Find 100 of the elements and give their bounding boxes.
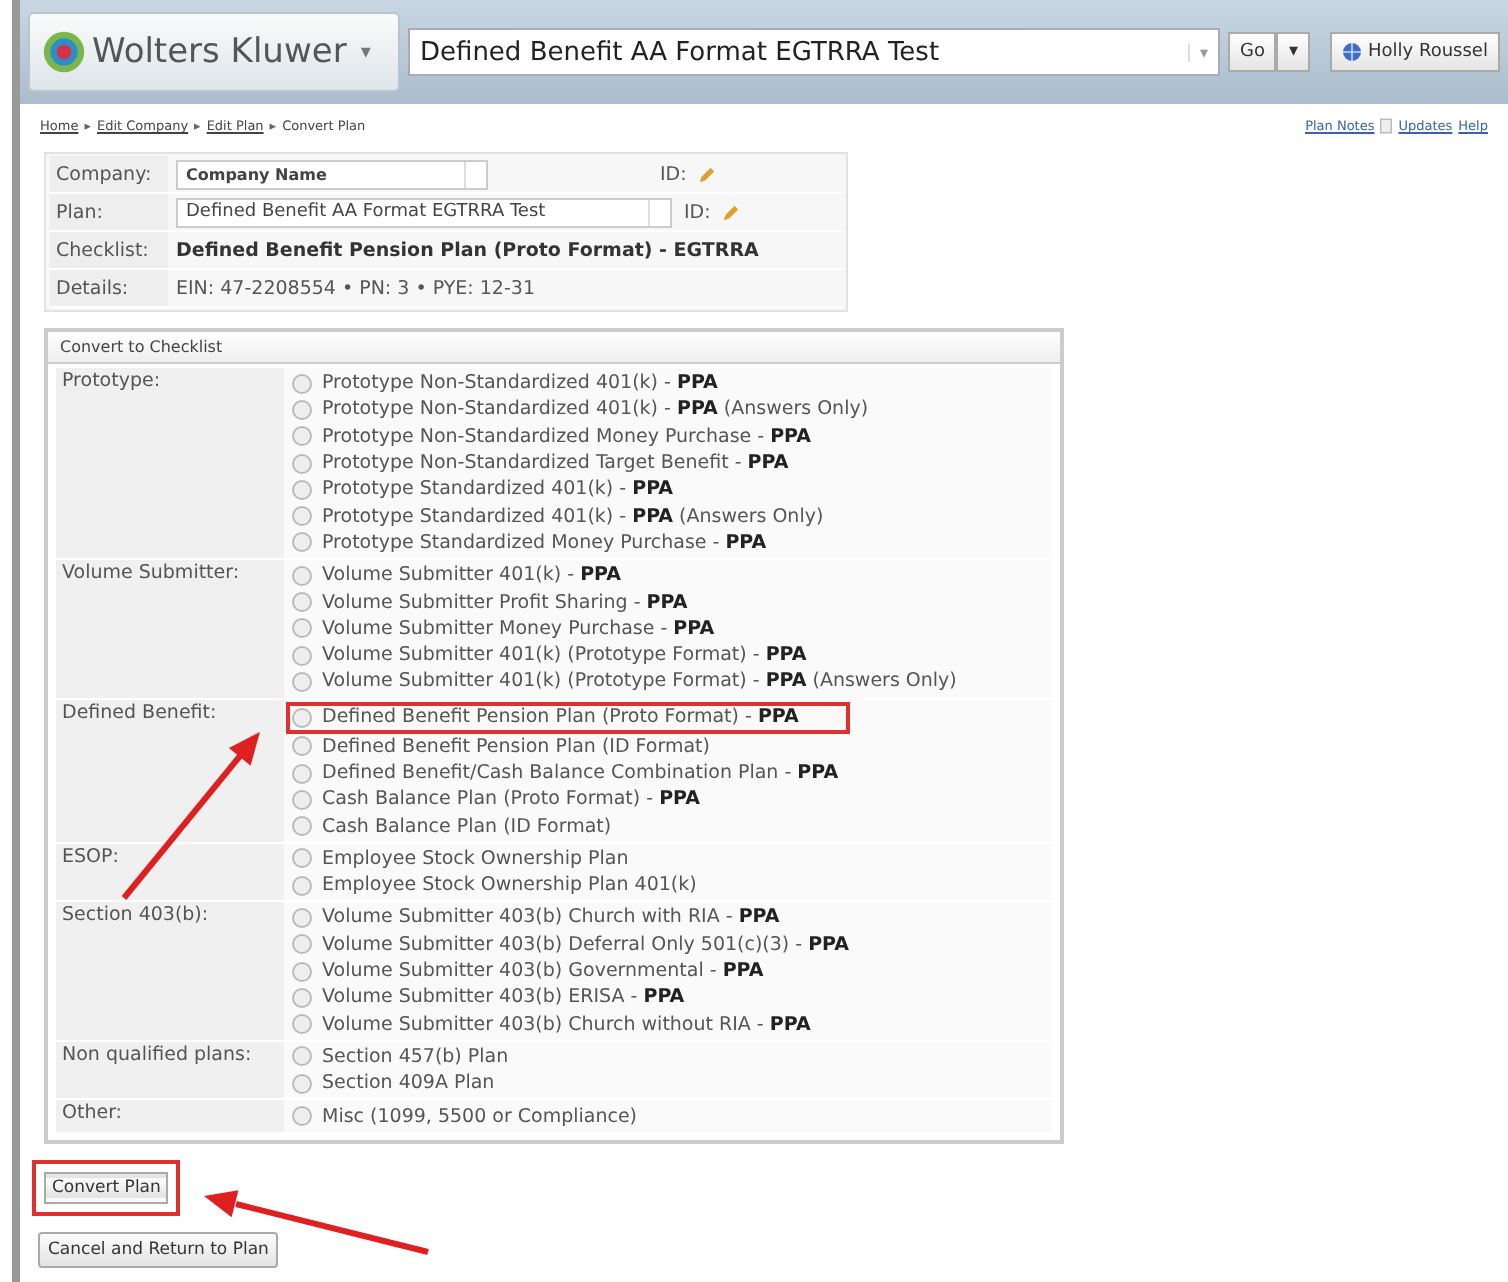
radio-button[interactable]: [292, 1073, 312, 1094]
option-label: Section 409A Plan: [322, 1072, 495, 1095]
option-label: Cash Balance Plan (Proto Format) - PPA: [322, 788, 700, 811]
radio-option[interactable]: Prototype Standardized Money Purchase - PPA: [292, 529, 775, 557]
checklist-name: Defined Benefit Pension Plan (Proto Format) - EGTRRA: [176, 239, 759, 261]
radio-button[interactable]: [292, 426, 312, 447]
radio-button[interactable]: [292, 373, 312, 394]
action-button[interactable]: Cancel and Return to Plan: [38, 1231, 279, 1268]
radio-option[interactable]: Prototype Non-Standardized Target Benefit - PPA: [292, 449, 797, 477]
option-label: Volume Submitter 401(k) - PPA: [322, 564, 621, 587]
radio-option[interactable]: Section 457(b) Plan: [292, 1043, 517, 1071]
go-button[interactable]: Go: [1228, 32, 1277, 72]
radio-option[interactable]: Prototype Non-Standardized 401(k) - PPA: [292, 370, 726, 397]
field-label: Checklist:: [50, 232, 168, 268]
option-label: Defined Benefit Pension Plan (ID Format): [322, 735, 710, 758]
option-label: Section 457(b) Plan: [322, 1045, 509, 1068]
field-label: Plan:: [50, 194, 168, 230]
pencil-icon[interactable]: [698, 165, 717, 183]
option-label: Volume Submitter 401(k) (Prototype Format) - PPA: [322, 644, 807, 667]
radio-option[interactable]: Volume Submitter Money Purchase - PPA: [292, 615, 723, 642]
option-label: Volume Submitter Money Purchase - PPA: [322, 617, 715, 640]
radio-button[interactable]: [292, 618, 312, 639]
option-label: Defined Benefit/Cash Balance Combination Plan - PPA: [322, 762, 839, 784]
radio-option[interactable]: Section 409A Plan: [292, 1070, 503, 1097]
radio-button[interactable]: [292, 789, 312, 810]
radio-option[interactable]: Prototype Standardized 401(k) - PPA (Answers Only): [292, 502, 832, 530]
radio-option[interactable]: Prototype Standardized 401(k) - PPA: [292, 476, 682, 503]
globe-logo-icon: [42, 30, 86, 74]
radio-option[interactable]: Volume Submitter 401(k) (Prototype Format) - PPA (Answers Only): [292, 668, 965, 696]
brand-menu-button[interactable]: Wolters Kluwer ▾: [28, 12, 400, 92]
plan-details: EIN: 47-2208554 • PN: 3 • PYE: 12-31: [176, 277, 535, 299]
radio-option[interactable]: Volume Submitter 401(k) (Prototype Format) - PPA: [292, 641, 815, 669]
radio-button[interactable]: [292, 736, 312, 757]
radio-button[interactable]: [292, 565, 312, 586]
radio-option[interactable]: Volume Submitter 403(b) Church with RIA - PPA: [292, 904, 788, 932]
radio-option[interactable]: Volume Submitter 403(b) Governmental - PPA: [292, 957, 772, 985]
action-button[interactable]: Convert Plan: [32, 1159, 181, 1216]
option-label: Misc (1099, 5500 or Compliance): [322, 1105, 638, 1128]
radio-button[interactable]: [292, 671, 312, 692]
group-label: Defined Benefit:: [56, 699, 284, 842]
radio-option[interactable]: Volume Submitter 403(b) ERISA - PPA: [292, 984, 693, 1012]
radio-button[interactable]: [292, 987, 312, 1008]
radio-option[interactable]: Volume Submitter Profit Sharing - PPA: [292, 588, 696, 616]
highlighted-option[interactable]: Defined Benefit Pension Plan (Proto Format) - PPA: [286, 701, 851, 734]
option-label: Defined Benefit Pension Plan (Proto Format) - PPA: [322, 706, 799, 729]
option-label: Volume Submitter 403(b) ERISA - PPA: [322, 986, 685, 1009]
radio-button[interactable]: [292, 907, 312, 928]
option-label: Employee Stock Ownership Plan 401(k): [322, 874, 697, 897]
radio-button[interactable]: [292, 707, 312, 728]
option-label: Prototype Standardized 401(k) - PPA (Answers Only): [322, 505, 824, 528]
option-label: Employee Stock Ownership Plan: [322, 847, 629, 870]
radio-option[interactable]: Employee Stock Ownership Plan: [292, 845, 637, 873]
option-label: Volume Submitter Profit Sharing - PPA: [322, 591, 688, 614]
radio-button[interactable]: [292, 506, 312, 527]
radio-button[interactable]: [292, 1014, 312, 1035]
radio-button[interactable]: [292, 1046, 312, 1067]
radio-button[interactable]: [292, 399, 312, 420]
option-label: Volume Submitter 403(b) Church with RIA - PPA: [322, 906, 780, 929]
group-label: Prototype:: [56, 368, 284, 559]
radio-option[interactable]: Cash Balance Plan (ID Format): [292, 812, 620, 840]
radio-option[interactable]: Prototype Non-Standardized 401(k) - PPA (Answers Only): [292, 396, 877, 424]
radio-button[interactable]: [292, 479, 312, 500]
field-label: Details:: [50, 270, 168, 306]
option-label: Prototype Non-Standardized 401(k) - PPA: [322, 372, 718, 395]
option-label: Prototype Non-Standardized 401(k) - PPA (Answers Only): [322, 398, 869, 421]
radio-option[interactable]: Cash Balance Plan (Proto Format) - PPA: [292, 786, 708, 813]
radio-button[interactable]: [292, 532, 312, 553]
radio-option[interactable]: Prototype Non-Standardized Money Purchase - PPA: [292, 423, 819, 450]
radio-option[interactable]: Defined Benefit/Cash Balance Combination Plan - PPA: [292, 759, 847, 787]
radio-option[interactable]: Defined Benefit Pension Plan (ID Format): [292, 733, 718, 760]
id-label: ID:: [660, 163, 687, 185]
option-label: Prototype Standardized 401(k) - PPA: [322, 478, 674, 501]
radio-button[interactable]: [292, 961, 312, 982]
dropdown-button[interactable]: ▾: [1276, 32, 1311, 72]
group-label: Section 403(b):: [56, 902, 284, 1040]
radio-option[interactable]: Employee Stock Ownership Plan 401(k): [292, 872, 705, 899]
radio-button[interactable]: [292, 816, 312, 837]
radio-option[interactable]: Volume Submitter 401(k) - PPA: [292, 562, 629, 589]
option-label: Volume Submitter 403(b) Church without RIA - PPA: [322, 1013, 811, 1036]
company-select[interactable]: Company Name: [176, 159, 488, 189]
option-label: Cash Balance Plan (ID Format): [322, 815, 612, 838]
plan-select[interactable]: Defined Benefit AA Format EGTRRA Test: [176, 197, 672, 227]
radio-option[interactable]: Volume Submitter 403(b) Church without RIA - PPA: [292, 1011, 819, 1038]
group-label: Other:: [56, 1100, 284, 1132]
group-label: ESOP:: [56, 843, 284, 901]
option-label: Volume Submitter 403(b) Deferral Only 501(c)(3) - PPA: [322, 933, 849, 956]
radio-option[interactable]: Volume Submitter 403(b) Deferral Only 501(c)(3) - PPA: [292, 931, 857, 958]
plan-search-field[interactable]: Defined Benefit AA Format EGTRRA Test ▾: [408, 28, 1220, 76]
radio-button[interactable]: [292, 645, 312, 666]
radio-button[interactable]: [292, 763, 312, 783]
radio-button[interactable]: [292, 453, 312, 474]
option-label: Prototype Non-Standardized Money Purchase - PPA: [322, 425, 811, 448]
id-label: ID:: [684, 201, 711, 223]
radio-button[interactable]: [292, 1106, 312, 1127]
radio-button[interactable]: [292, 934, 312, 955]
radio-button[interactable]: [292, 592, 312, 613]
pencil-icon[interactable]: [722, 203, 741, 221]
radio-button[interactable]: [292, 848, 312, 869]
user-menu-button[interactable]: Holly Roussel: [1330, 32, 1500, 72]
radio-button[interactable]: [292, 875, 312, 896]
